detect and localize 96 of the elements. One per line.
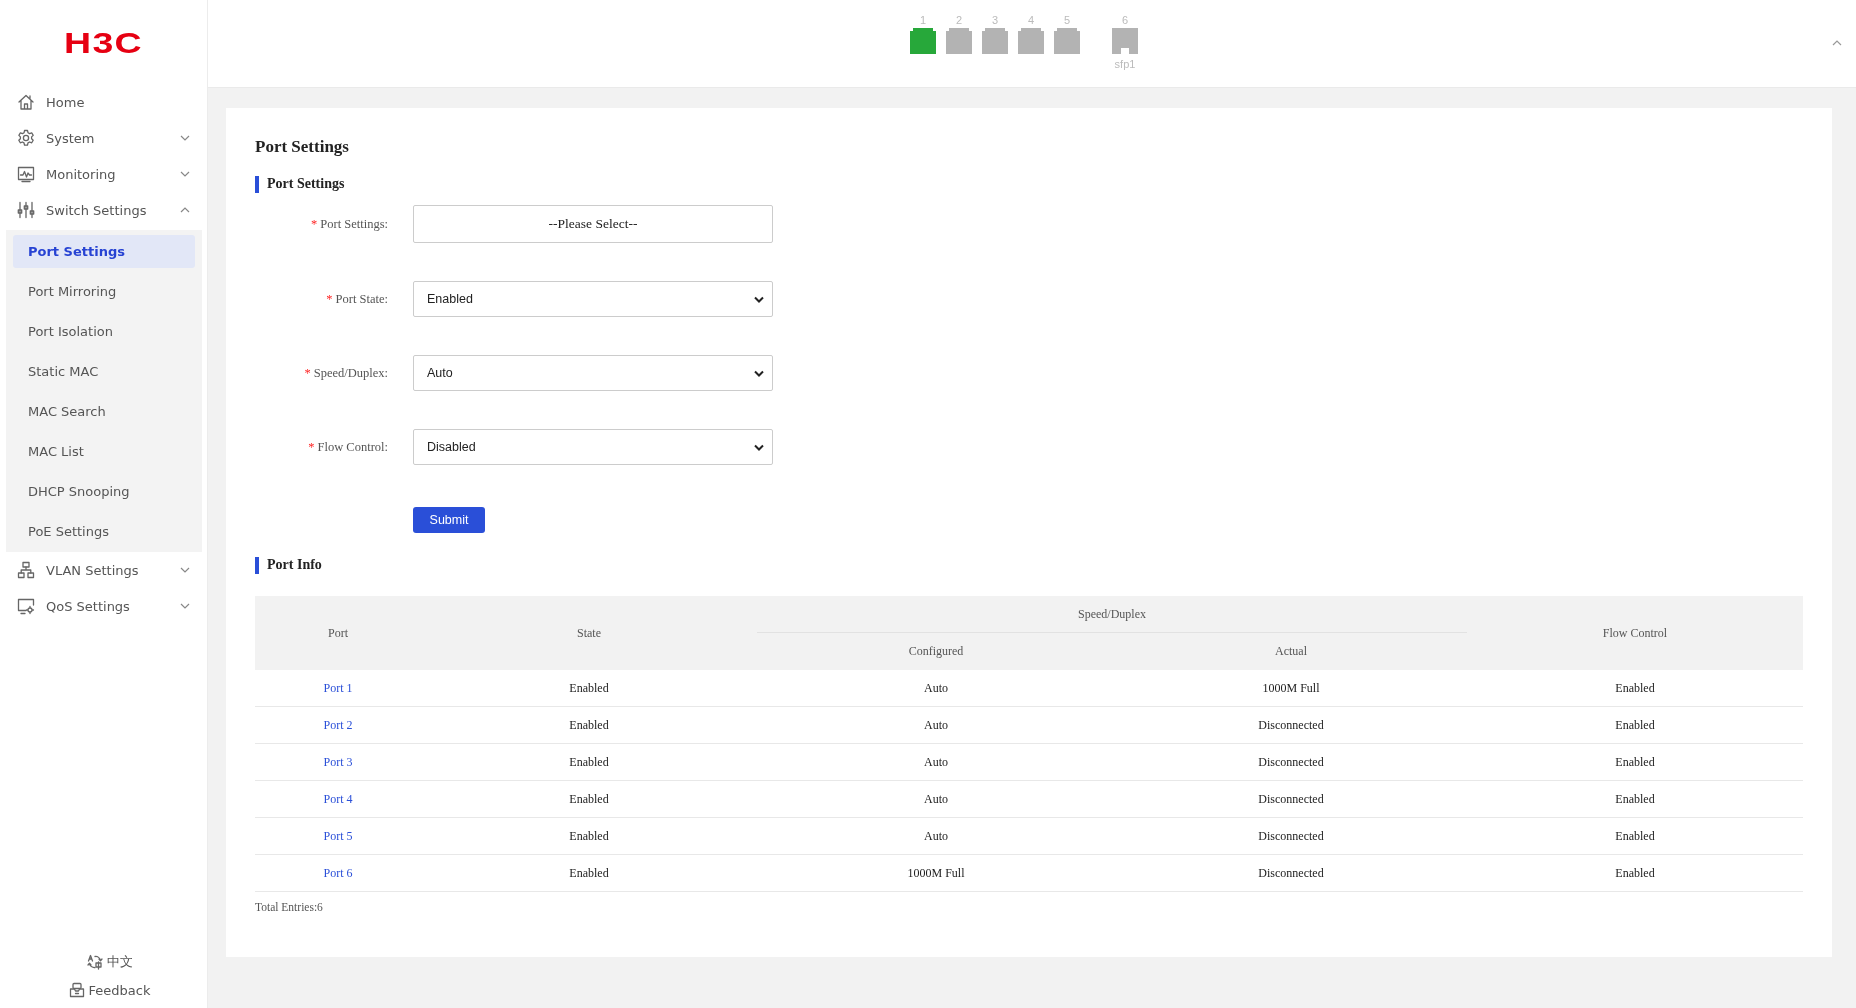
- port-link[interactable]: Port 6: [323, 865, 353, 881]
- ethernet-port-icon[interactable]: [1018, 28, 1044, 54]
- table-cell: Auto: [924, 680, 948, 696]
- port-number: 3: [991, 13, 999, 28]
- table-cell: Disconnected: [1258, 865, 1324, 881]
- table-cell: Disconnected: [1258, 717, 1324, 733]
- table-cell: Enabled: [1615, 680, 1655, 696]
- nav-item[interactable]: Monitoring: [0, 156, 207, 192]
- table-cell: Disconnected: [1258, 828, 1324, 844]
- column-header: Configured: [908, 643, 964, 659]
- translate-icon[interactable]: [86, 954, 103, 970]
- submenu-item[interactable]: PoE Settings: [13, 515, 195, 548]
- submenu-item[interactable]: Port Settings: [13, 235, 195, 268]
- table-cell: Enabled: [569, 828, 609, 844]
- feedback-link[interactable]: Feedback: [88, 982, 151, 998]
- page-title: Port Settings: [255, 136, 350, 158]
- ethernet-port-icon[interactable]: [910, 28, 936, 54]
- chevron-down-icon[interactable]: [180, 135, 190, 141]
- gear-monitor-icon: [17, 597, 35, 615]
- gear-icon: [17, 129, 35, 147]
- chevron-up-icon[interactable]: [1832, 40, 1842, 46]
- port-link[interactable]: Port 2: [323, 717, 353, 733]
- nav-item[interactable]: Switch Settings: [0, 192, 207, 228]
- sfp-port-icon[interactable]: [1112, 28, 1138, 54]
- table-cell: Enabled: [569, 791, 609, 807]
- table-cell: Auto: [924, 828, 948, 844]
- table-cell: Auto: [924, 754, 948, 770]
- table-cell: Enabled: [1615, 828, 1655, 844]
- sliders-icon: [17, 201, 35, 219]
- submit-button[interactable]: Submit: [413, 507, 485, 533]
- column-group-header: Speed/Duplex: [1078, 606, 1146, 622]
- port-label: sfp1: [1114, 58, 1136, 70]
- table-cell: Disconnected: [1258, 754, 1324, 770]
- home-icon: [17, 93, 35, 111]
- port-link[interactable]: Port 5: [323, 828, 353, 844]
- chevron-down-icon: [754, 295, 764, 303]
- field-label: * Port State:: [325, 291, 388, 307]
- table-cell: Enabled: [1615, 717, 1655, 733]
- column-header: Port: [328, 625, 348, 641]
- submenu-item[interactable]: MAC List: [13, 435, 195, 468]
- submenu-item[interactable]: MAC Search: [13, 395, 195, 428]
- ethernet-port-icon[interactable]: [982, 28, 1008, 54]
- table-cell: Auto: [924, 717, 948, 733]
- chevron-up-icon[interactable]: [180, 207, 190, 213]
- port-number: 4: [1027, 13, 1035, 28]
- field-label: * Flow Control:: [307, 439, 388, 455]
- table-cell: 1000M Full: [907, 865, 965, 881]
- dropdown-field[interactable]: Enabled: [413, 281, 773, 317]
- table-cell: Enabled: [1615, 865, 1655, 881]
- port-number: 2: [955, 13, 963, 28]
- column-header: State: [577, 625, 601, 641]
- nav-item[interactable]: Home: [0, 84, 207, 120]
- chevron-down-icon: [754, 443, 764, 451]
- port-link[interactable]: Port 1: [323, 680, 353, 696]
- network-icon: [17, 561, 35, 579]
- port-picker-field[interactable]: --Please Select--: [413, 205, 773, 243]
- nav-item[interactable]: QoS Settings: [0, 588, 207, 624]
- nav-item[interactable]: VLAN Settings: [0, 552, 207, 588]
- section-title: Port Settings: [267, 176, 345, 192]
- chevron-down-icon[interactable]: [180, 567, 190, 573]
- port-link[interactable]: Port 3: [323, 754, 353, 770]
- dropdown-field[interactable]: Disabled: [413, 429, 773, 465]
- table-cell: Disconnected: [1258, 791, 1324, 807]
- chevron-down-icon[interactable]: [180, 171, 190, 177]
- port-number: 1: [919, 13, 927, 28]
- submenu-item[interactable]: Port Isolation: [13, 315, 195, 348]
- column-header: Actual: [1275, 643, 1307, 659]
- field-label: * Port Settings:: [310, 216, 388, 232]
- submenu-item[interactable]: Static MAC: [13, 355, 195, 388]
- table-cell: Enabled: [1615, 791, 1655, 807]
- table-cell: Enabled: [569, 865, 609, 881]
- logo: H3C: [64, 26, 143, 60]
- port-link[interactable]: Port 4: [323, 791, 353, 807]
- column-header: Flow Control: [1602, 625, 1668, 641]
- submenu-item[interactable]: DHCP Snooping: [13, 475, 195, 508]
- total-entries: Total Entries:6: [255, 901, 324, 913]
- chart-monitor-icon: [17, 165, 35, 183]
- chevron-down-icon: [754, 369, 764, 377]
- table-cell: Enabled: [1615, 754, 1655, 770]
- nav-item[interactable]: System: [0, 120, 207, 156]
- submenu-item[interactable]: Port Mirroring: [13, 275, 195, 308]
- section-title: Port Info: [267, 557, 322, 573]
- field-label: * Speed/Duplex:: [303, 365, 388, 381]
- ethernet-port-icon[interactable]: [946, 28, 972, 54]
- mailbox-icon[interactable]: [68, 982, 85, 998]
- table-cell: Enabled: [569, 717, 609, 733]
- dropdown-field[interactable]: Auto: [413, 355, 773, 391]
- table-cell: Enabled: [569, 754, 609, 770]
- table-cell: Enabled: [569, 680, 609, 696]
- table-cell: 1000M Full: [1262, 680, 1320, 696]
- ethernet-port-icon[interactable]: [1054, 28, 1080, 54]
- port-number: 5: [1063, 13, 1071, 28]
- table-cell: Auto: [924, 791, 948, 807]
- language-link[interactable]: 中文: [106, 953, 133, 971]
- chevron-down-icon[interactable]: [180, 603, 190, 609]
- port-number: 6: [1121, 13, 1129, 28]
